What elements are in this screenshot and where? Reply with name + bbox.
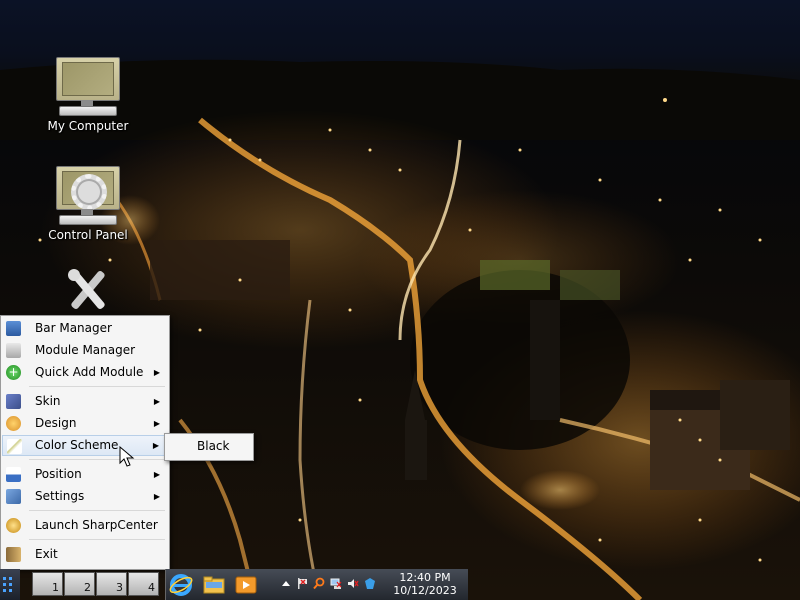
submenu-arrow-icon: ▶ [153,419,160,428]
menu-item-label: Skin [35,394,61,408]
volume-muted-icon[interactable] [347,577,359,590]
flag-icon[interactable] [296,577,308,590]
menu-item-module-manager[interactable]: Module Manager [2,340,168,361]
desktop-icon-control-panel[interactable]: Control Panel [38,166,138,242]
menu-item-label: Module Manager [35,343,136,357]
menu-item-launch-sharpcenter[interactable]: Launch SharpCenter [2,515,168,536]
menu-item-position[interactable]: Position ▶ [2,464,168,485]
submenu-arrow-icon: ▶ [153,492,160,501]
computer-icon [55,57,121,117]
settings-icon [6,489,21,504]
desktop-pager-2[interactable]: 2 [64,572,95,596]
module-manager-icon [6,343,21,358]
clock-date: 10/12/2023 [393,584,457,597]
network-icon[interactable] [330,577,342,590]
arrow-up-icon[interactable] [280,577,292,590]
pager-label: 4 [148,581,155,594]
menu-item-label: Design [35,416,77,430]
color-scheme-icon [7,439,22,454]
menu-item-color-scheme[interactable]: Color Scheme ▶ [2,435,168,456]
desktop-icon-label: My Computer [47,119,129,133]
bar-manager-icon [6,321,21,336]
context-menu: Bar Manager Module Manager + Quick Add M… [0,315,170,570]
control-panel-icon [55,166,121,226]
sharpcenter-icon [6,518,21,533]
position-icon [6,467,21,482]
menu-separator [29,510,165,511]
submenu-item-black[interactable]: Black [197,439,229,453]
menu-item-design[interactable]: Design ▶ [2,413,168,434]
menu-item-label: Settings [35,489,85,503]
desktop-icon-tools[interactable] [38,265,138,315]
submenu-arrow-icon: ▶ [153,470,160,479]
desktop-pager-3[interactable]: 3 [96,572,127,596]
menu-separator [29,459,165,460]
menu-item-label: Exit [35,547,58,561]
tools-icon [68,269,105,309]
ie-icon[interactable] [168,572,194,598]
pager-label: 2 [84,581,91,594]
menu-item-label: Color Scheme [35,438,119,452]
color-scheme-submenu: Black [164,433,254,461]
menu-item-skin[interactable]: Skin ▶ [2,391,168,412]
exit-icon [6,547,21,562]
menu-separator [29,386,165,387]
menu-item-settings[interactable]: Settings ▶ [2,486,168,507]
menu-item-quick-add-module[interactable]: + Quick Add Module ▶ [2,362,168,383]
start-button[interactable] [0,569,20,600]
clock-time: 12:40 PM [399,571,451,584]
mouse-cursor-icon [119,446,135,467]
search-icon[interactable] [313,577,325,590]
submenu-arrow-icon: ▶ [153,368,160,377]
menu-item-label: Position [35,467,82,481]
desktop-icon-my-computer[interactable]: My Computer [38,57,138,133]
menu-item-label: Quick Add Module [35,365,144,379]
menu-item-bar-manager[interactable]: Bar Manager [2,318,168,339]
menu-separator [29,539,165,540]
desktop-pager-1[interactable]: 1 [32,572,63,596]
design-icon [6,416,21,431]
taskbar-clock[interactable]: 12:40 PM 10/12/2023 [385,571,465,597]
pager-label: 1 [52,581,59,594]
submenu-arrow-icon: ▶ [153,397,160,406]
add-icon: + [6,365,21,380]
submenu-arrow-icon: ▶ [152,441,159,450]
media-player-icon[interactable] [233,572,259,598]
shield-icon[interactable] [364,577,376,590]
menu-item-exit[interactable]: Exit [2,544,168,565]
menu-item-label: Launch SharpCenter [35,518,158,532]
pager-label: 3 [116,581,123,594]
menu-item-label: Bar Manager [35,321,112,335]
skin-icon [6,394,21,409]
folder-icon[interactable] [201,572,227,598]
desktop-pager-4[interactable]: 4 [128,572,159,596]
desktop-icon-label: Control Panel [48,228,128,242]
